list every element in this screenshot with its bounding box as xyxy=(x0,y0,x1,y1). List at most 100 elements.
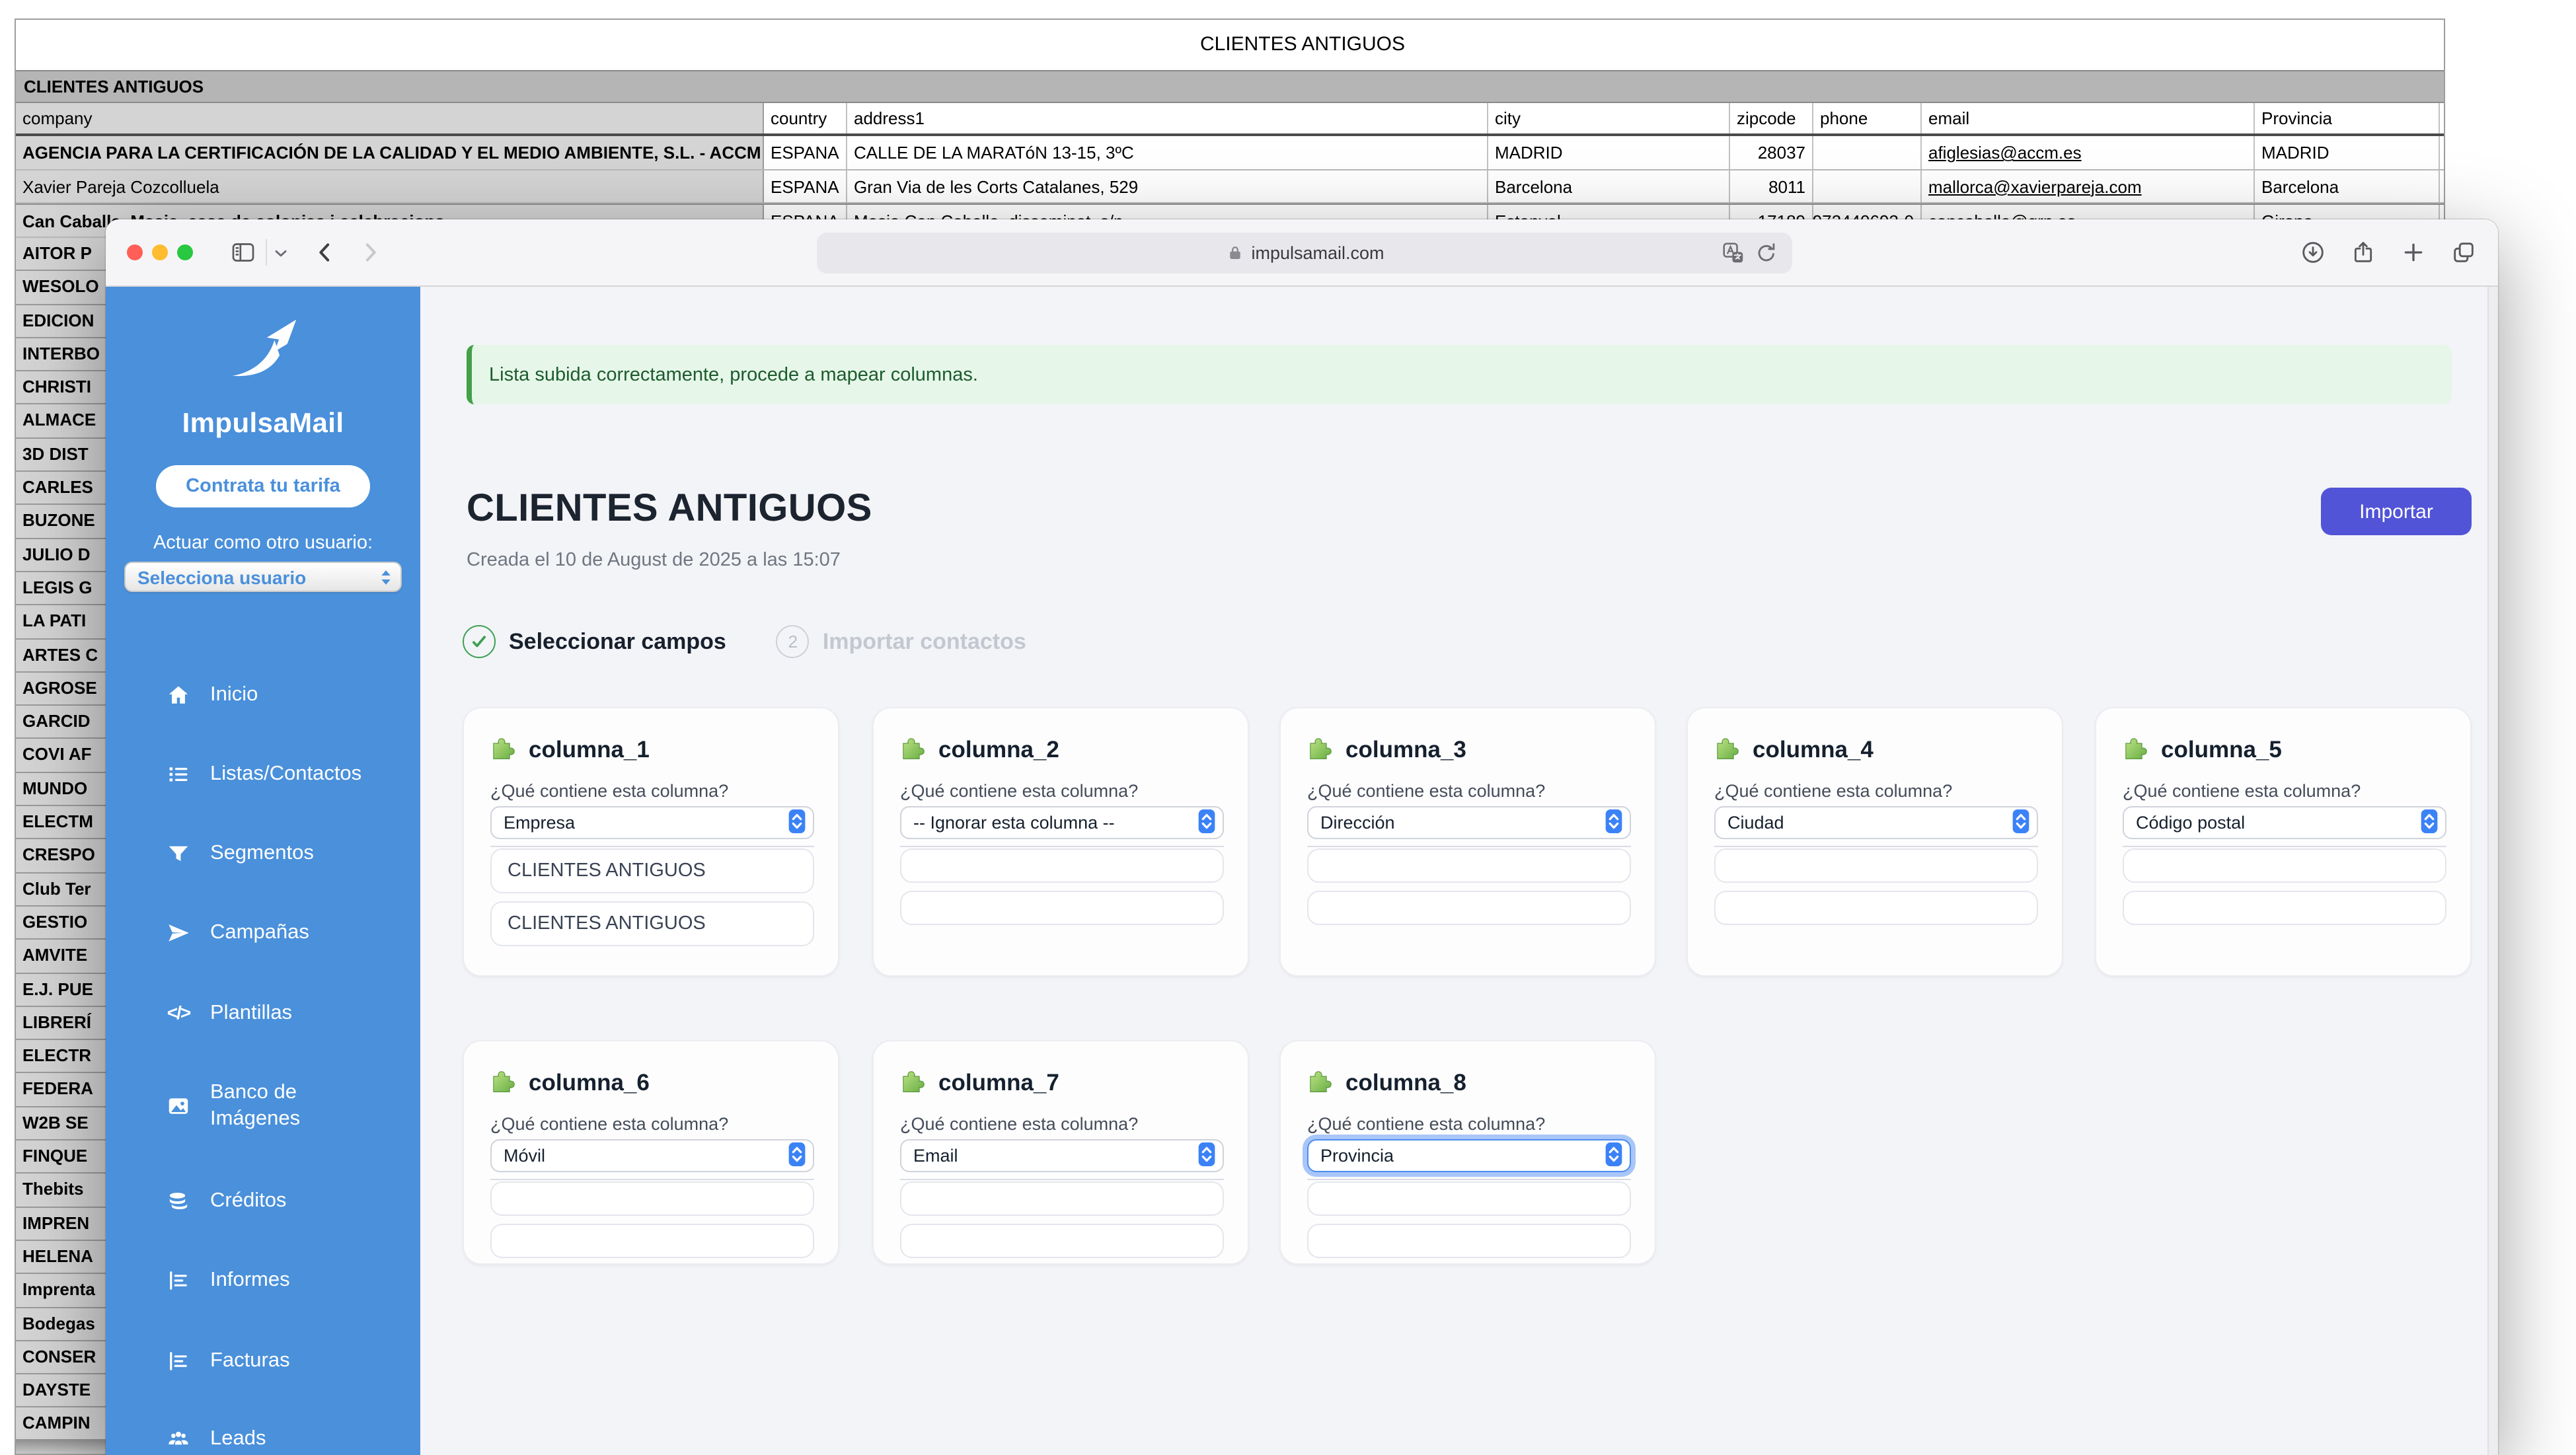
column-header-address1: address1 xyxy=(847,103,1488,133)
reload-icon[interactable] xyxy=(1754,241,1779,266)
chevron-down-icon[interactable] xyxy=(272,244,289,262)
cell-country: ESPANA xyxy=(764,136,847,169)
cell-city: MADRID xyxy=(1488,136,1730,169)
mapping-card-columna_5: columna_5 ¿Qué contiene esta columna? Códi… xyxy=(2095,707,2472,977)
select-stepper-icon xyxy=(2012,808,2030,837)
card-column-name: columna_3 xyxy=(1345,735,1466,763)
column-type-select[interactable]: Empresa xyxy=(490,806,814,839)
new-tab-icon[interactable] xyxy=(2400,239,2427,266)
sidebar-item-cr-ditos[interactable]: Créditos xyxy=(167,1185,286,1217)
divider xyxy=(900,846,1224,847)
tab-overview-icon[interactable] xyxy=(2450,239,2477,266)
downloads-icon[interactable] xyxy=(2300,239,2326,266)
minimize-window-button[interactable] xyxy=(152,244,168,260)
sidebar-item-plantillas[interactable]: </> Plantillas xyxy=(167,998,292,1029)
sidebar-item-campa-as[interactable]: Campañas xyxy=(167,917,309,949)
sidebar-item-facturas[interactable]: Facturas xyxy=(167,1345,290,1377)
column-type-select[interactable]: Código postal xyxy=(2123,806,2446,839)
cell-phone xyxy=(1813,136,1922,169)
card-column-name: columna_5 xyxy=(2161,735,2282,763)
import-button[interactable]: Importar xyxy=(2321,488,2472,535)
mapping-card-columna_6: columna_6 ¿Qué contiene esta columna? Móvi… xyxy=(463,1040,839,1265)
address-bar[interactable]: impulsamail.com xyxy=(817,233,1792,274)
page-title: CLIENTES ANTIGUOS xyxy=(467,488,872,531)
back-icon[interactable] xyxy=(312,239,338,266)
sidebar-item-label: Plantillas xyxy=(210,1000,292,1027)
step1-label: Seleccionar campos xyxy=(509,628,726,655)
sidebar-item-inicio[interactable]: Inicio xyxy=(167,679,258,711)
mapping-card-columna_1: columna_1 ¿Qué contiene esta columna? Empr… xyxy=(463,707,839,977)
select-value: Móvil xyxy=(504,1146,788,1166)
select-stepper-icon xyxy=(788,1141,806,1170)
scrollbar-gutter[interactable] xyxy=(2487,287,2498,1455)
divider xyxy=(2123,846,2446,847)
spreadsheet-sheet-header: CLIENTES ANTIGUOS xyxy=(16,70,2444,103)
sidebar-item-leads[interactable]: Leads xyxy=(167,1423,266,1455)
cell-city: Barcelona xyxy=(1488,170,1730,202)
card-question-label: ¿Qué contiene esta columna? xyxy=(490,1114,728,1134)
sidebar-toggle-icon[interactable] xyxy=(230,239,256,266)
code-icon: </> xyxy=(167,1002,190,1026)
column-type-select[interactable]: -- Ignorar esta columna -- xyxy=(900,806,1224,839)
column-type-select[interactable]: Email xyxy=(900,1139,1224,1172)
column-header-zipcode: zipcode xyxy=(1730,103,1813,133)
select-value: -- Ignorar esta columna -- xyxy=(913,813,1197,833)
sample-value-box: CLIENTES ANTIGUOS xyxy=(490,901,814,946)
sidebar-item-informes[interactable]: Informes xyxy=(167,1265,290,1296)
main-content: Lista subida correctamente, procede a ma… xyxy=(420,287,2498,1455)
sidebar-item-segmentos[interactable]: Segmentos xyxy=(167,838,314,870)
card-question-label: ¿Qué contiene esta columna? xyxy=(2123,781,2361,801)
sample-value-box xyxy=(900,891,1224,925)
cell-company: AGENCIA PARA LA CERTIFICACIÓN DE LA CALI… xyxy=(16,136,764,169)
column-type-select[interactable]: Provincia xyxy=(1307,1139,1631,1172)
mapping-card-columna_7: columna_7¿Qué contiene esta columna?Emai… xyxy=(872,1040,1249,1265)
column-type-select[interactable]: Móvil xyxy=(490,1139,814,1172)
translate-icon[interactable] xyxy=(1721,241,1746,266)
divider xyxy=(490,1179,814,1180)
browser-window: impulsamail.com xyxy=(106,219,2498,1455)
browser-toolbar: impulsamail.com xyxy=(106,219,2498,287)
funnel-icon xyxy=(167,842,190,866)
sidebar-item-listas-contactos[interactable]: Listas/Contactos xyxy=(167,759,361,790)
success-alert: Lista subida correctamente, procede a ma… xyxy=(467,345,2452,404)
select-value: Dirección xyxy=(1320,813,1605,833)
user-select[interactable]: Selecciona usuario xyxy=(126,563,400,591)
puzzle-icon xyxy=(1307,732,1335,766)
card-question-label: ¿Qué contiene esta columna? xyxy=(490,781,728,801)
stepper: Seleccionar campos 2 Importar contactos xyxy=(463,625,1026,658)
column-type-select[interactable]: Ciudad xyxy=(1714,806,2038,839)
cell-country: ESPANA xyxy=(764,170,847,202)
forward-icon[interactable] xyxy=(357,239,383,266)
zoom-window-button[interactable] xyxy=(177,244,193,260)
cell-Provincia: Barcelona xyxy=(2255,170,2440,202)
select-stepper-icon xyxy=(1197,1141,1216,1170)
divider xyxy=(490,846,814,847)
share-icon[interactable] xyxy=(2350,239,2376,266)
puzzle-icon xyxy=(490,732,518,766)
close-window-button[interactable] xyxy=(127,244,143,260)
cell-zipcode: 28037 xyxy=(1730,136,1813,169)
card-column-name: columna_6 xyxy=(529,1068,650,1096)
card-column-name: columna_2 xyxy=(938,735,1059,763)
column-type-select[interactable]: Dirección xyxy=(1307,806,1631,839)
card-question-label: ¿Qué contiene esta columna? xyxy=(1307,781,1545,801)
spreadsheet-doc-title: CLIENTES ANTIGUOS xyxy=(16,20,2444,70)
card-question-label: ¿Qué contiene esta columna? xyxy=(1307,1114,1545,1134)
cell-email: afiglesias@accm.es xyxy=(1922,136,2255,169)
contrata-tarifa-button[interactable]: Contrata tu tarifa xyxy=(156,465,370,507)
table-row: AGENCIA PARA LA CERTIFICACIÓN DE LA CALI… xyxy=(16,136,2444,170)
card-column-name: columna_1 xyxy=(529,735,650,763)
sample-value-box xyxy=(900,1224,1224,1258)
mapping-card-columna_3: columna_3 ¿Qué contiene esta columna? Dire… xyxy=(1279,707,1656,977)
card-column-name: columna_7 xyxy=(938,1068,1059,1096)
puzzle-icon xyxy=(2123,732,2150,766)
sample-value-box xyxy=(490,1224,814,1258)
brand-name: ImpulsaMail xyxy=(106,408,420,440)
sample-value-box xyxy=(2123,891,2446,925)
sidebar-item-label: Informes xyxy=(210,1267,290,1294)
sidebar-item-banco-de-im-genes[interactable]: Banco de Imágenes xyxy=(167,1077,300,1135)
cell-phone xyxy=(1813,170,1922,202)
screen: CLIENTES ANTIGUOS CLIENTES ANTIGUOS comp… xyxy=(0,0,2576,1455)
select-stepper-icon xyxy=(2420,808,2439,837)
column-header-email: email xyxy=(1922,103,2255,133)
